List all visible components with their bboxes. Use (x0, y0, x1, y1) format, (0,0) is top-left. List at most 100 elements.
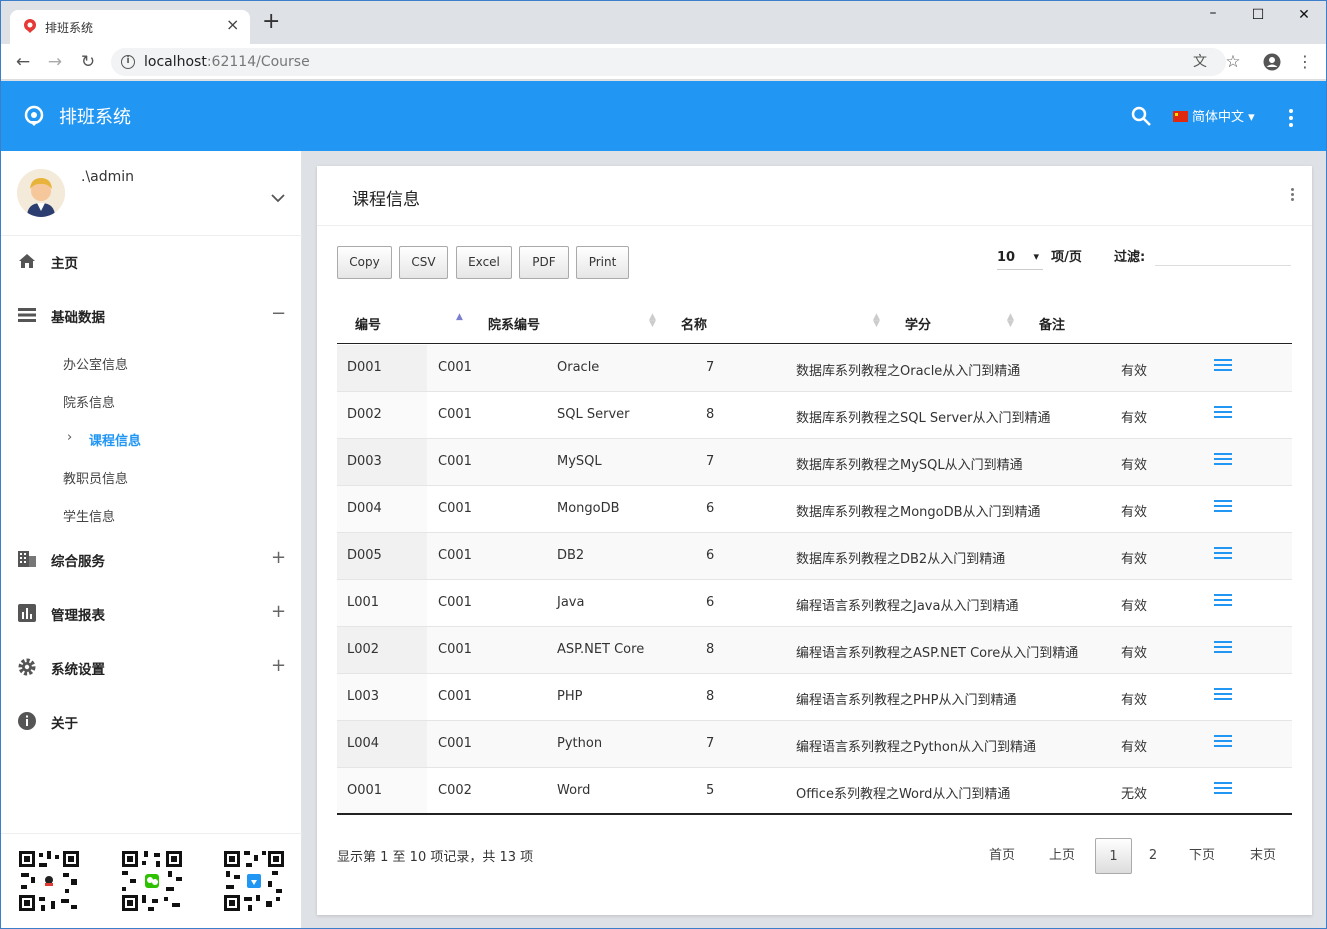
table-row[interactable]: L001 C001 Java 6 编程语言系列教程之Java从入门到精通 有效 (337, 580, 1292, 627)
cell-dept: C001 (438, 736, 472, 751)
last-page-button[interactable]: 末页 (1243, 838, 1283, 874)
table-row[interactable]: O001 C002 Word 5 Office系列教程之Word从入门到精通 无效 (337, 768, 1292, 815)
translate-icon[interactable]: 文 (1190, 52, 1210, 72)
cell-credit: 6 (706, 548, 715, 563)
row-menu-icon[interactable] (1214, 453, 1232, 467)
sort-asc-icon[interactable]: ▲ (456, 313, 463, 322)
chevron-down-icon[interactable] (271, 193, 285, 203)
cell-credit: 7 (706, 360, 715, 375)
cell-dept: C001 (438, 548, 472, 563)
row-menu-icon[interactable] (1214, 359, 1232, 373)
app-title[interactable]: 排班系统 (59, 103, 131, 129)
table-row[interactable]: D003 C001 MySQL 7 数据库系列教程之MySQL从入门到精通 有效 (337, 439, 1292, 486)
avatar[interactable] (17, 169, 65, 217)
csv-button[interactable]: CSV (399, 246, 448, 279)
table-row[interactable]: L004 C001 Python 7 编程语言系列教程之Python从入门到精通 有效 (337, 721, 1292, 768)
cell-description: 编程语言系列教程之Java从入门到精通 (796, 599, 1019, 614)
row-menu-icon[interactable] (1214, 500, 1232, 514)
cell-dept: C001 (438, 642, 472, 657)
address-bar[interactable]: i localhost:62114/Course (111, 48, 1226, 76)
sidebar-item-about[interactable]: 关于 (1, 701, 302, 741)
column-header-id[interactable]: 编号 (355, 314, 381, 333)
sidebar-item-settings[interactable]: 系统设置 + (1, 647, 302, 687)
sidebar-subitem-student[interactable]: 学生信息 (63, 506, 115, 525)
cell-dept: C001 (438, 595, 472, 610)
sidebar-item-home[interactable]: 主页 (1, 241, 302, 281)
table-row[interactable]: D004 C001 MongoDB 6 数据库系列教程之MongoDB从入门到精通 有效 (337, 486, 1292, 533)
prev-page-button[interactable]: 上页 (1042, 838, 1082, 874)
sidebar-subitem-office[interactable]: 办公室信息 (63, 354, 128, 373)
close-window-icon[interactable]: ✕ (1294, 7, 1314, 23)
page-button-2[interactable]: 2 (1143, 838, 1163, 874)
cell-credit: 6 (706, 501, 715, 516)
row-menu-icon[interactable] (1214, 782, 1232, 796)
row-menu-icon[interactable] (1214, 594, 1232, 608)
app-logo-icon[interactable] (23, 105, 45, 127)
browser-menu-icon[interactable]: ⋮ (1295, 52, 1315, 72)
table-row[interactable]: D002 C001 SQL Server 8 数据库系列教程之SQL Server从入门… (337, 392, 1292, 439)
page-length-select[interactable]: 10 (997, 250, 1043, 270)
row-menu-icon[interactable] (1214, 641, 1232, 655)
row-menu-icon[interactable] (1214, 735, 1232, 749)
cell-dept: C001 (438, 689, 472, 704)
table-row[interactable]: L002 C001 ASP.NET Core 8 编程语言系列教程之ASP.NET Co… (337, 627, 1292, 674)
row-menu-icon[interactable] (1214, 406, 1232, 420)
more-vert-icon[interactable] (1288, 107, 1294, 127)
sidebar-subitem-course[interactable]: 课程信息 (89, 430, 141, 449)
sidebar-item-basic-data[interactable]: 基础数据 − (1, 295, 302, 335)
cell-description: 编程语言系列教程之Python从入门到精通 (796, 740, 1037, 755)
table-row[interactable]: L003 C001 PHP 8 编程语言系列教程之PHP从入门到精通 有效 (337, 674, 1292, 721)
print-button[interactable]: Print (576, 246, 629, 279)
forward-icon[interactable]: → (45, 52, 65, 72)
list-icon (18, 308, 36, 322)
first-page-button[interactable]: 首页 (982, 838, 1022, 874)
qr-code-area (1, 833, 302, 928)
expand-icon[interactable]: + (271, 547, 286, 568)
excel-button[interactable]: Excel (456, 246, 512, 279)
card-more-icon[interactable] (1289, 188, 1295, 204)
next-page-button[interactable]: 下页 (1182, 838, 1222, 874)
column-header-dept[interactable]: 院系编号 (488, 314, 540, 333)
back-icon[interactable]: ← (13, 52, 33, 72)
sidebar-item-services[interactable]: 综合服务 + (1, 539, 302, 579)
sidebar-subitem-department[interactable]: 院系信息 (63, 392, 115, 411)
sort-icon[interactable]: ▲ ▼ (873, 313, 880, 329)
cell-dept: C001 (438, 360, 472, 375)
info-icon (18, 712, 36, 730)
page-button-1[interactable]: 1 (1095, 838, 1132, 874)
copy-button[interactable]: Copy (337, 246, 392, 279)
filter-input[interactable] (1155, 246, 1291, 266)
sidebar-item-reports[interactable]: 管理报表 + (1, 593, 302, 633)
expand-icon[interactable]: + (271, 655, 286, 676)
browser-tab[interactable]: 排班系统 × (10, 10, 250, 44)
cell-status: 有效 (1121, 599, 1148, 614)
sort-icon[interactable]: ▲ ▼ (649, 313, 656, 329)
search-icon[interactable] (1130, 105, 1152, 127)
row-menu-icon[interactable] (1214, 688, 1232, 702)
table-row[interactable]: D001 C001 Oracle 7 数据库系列教程之Oracle从入门到精通 有效 (337, 345, 1292, 392)
column-header-credit[interactable]: 学分 (905, 314, 931, 333)
cell-dept: C001 (438, 501, 472, 516)
language-selector[interactable]: 简体中文 ▾ (1173, 106, 1255, 125)
new-tab-button[interactable]: + (262, 11, 280, 33)
row-menu-icon[interactable] (1214, 547, 1232, 561)
collapse-icon[interactable]: − (271, 303, 286, 324)
pdf-button[interactable]: PDF (519, 246, 569, 279)
sidebar-subitem-staff[interactable]: 教职员信息 (63, 468, 128, 487)
cell-status: 有效 (1121, 646, 1148, 661)
cell-id: L004 (347, 736, 380, 751)
maximize-icon[interactable]: ☐ (1248, 7, 1268, 23)
app-qr-code-icon (222, 849, 286, 913)
site-info-icon[interactable]: i (121, 55, 135, 69)
minimize-icon[interactable]: – (1203, 5, 1223, 21)
column-header-remark[interactable]: 备注 (1039, 314, 1065, 333)
cell-name: ASP.NET Core (557, 642, 645, 657)
expand-icon[interactable]: + (271, 601, 286, 622)
reload-icon[interactable]: ↻ (78, 52, 98, 72)
close-tab-icon[interactable]: × (226, 15, 239, 34)
sort-icon[interactable]: ▲ ▼ (1007, 313, 1014, 329)
bookmark-star-icon[interactable]: ☆ (1223, 52, 1243, 72)
profile-icon[interactable] (1263, 53, 1281, 71)
column-header-name[interactable]: 名称 (681, 314, 707, 333)
table-row[interactable]: D005 C001 DB2 6 数据库系列教程之DB2从入门到精通 有效 (337, 533, 1292, 580)
